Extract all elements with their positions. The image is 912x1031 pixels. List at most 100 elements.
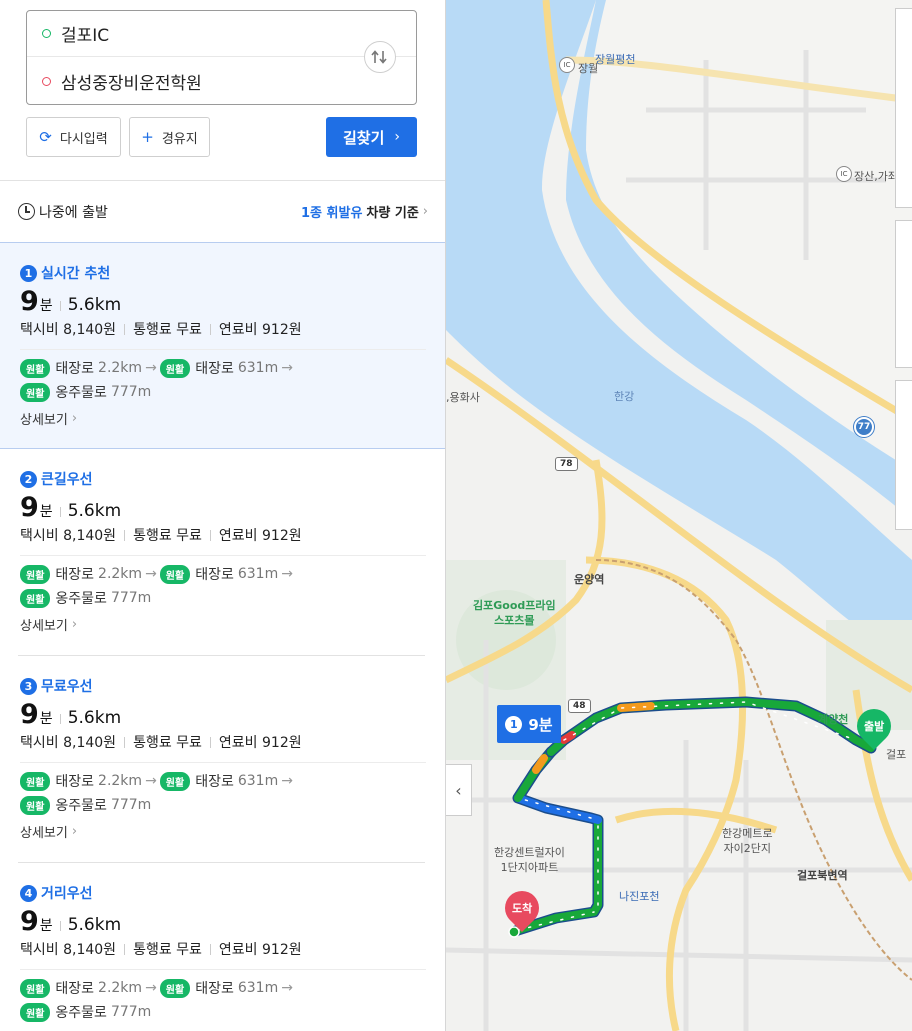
unyang-station-label: 운양역 xyxy=(574,573,605,586)
divider xyxy=(20,349,426,350)
origin-text: 걸포IC xyxy=(61,26,110,46)
route-minutes: 9 xyxy=(20,906,39,937)
road-name: 태장로 xyxy=(195,774,234,790)
fuel-cost: 연료비 912원 xyxy=(218,942,302,958)
taxi-fare: 택시비 8,140원 xyxy=(20,942,117,958)
route-costs: 택시비 8,140원 통행료 무료 연료비 912원 xyxy=(20,319,302,339)
route-minutes-unit: 분 xyxy=(39,298,53,314)
chevron-left-icon: ‹ xyxy=(455,780,462,800)
route-detail-link[interactable]: 상세보기 › xyxy=(20,615,77,634)
arrow-right-icon: → xyxy=(145,773,157,789)
gyeyangcheon-label: 계양천 xyxy=(818,713,849,726)
traffic-badge: 원활 xyxy=(20,358,51,378)
route-card[interactable]: 3 무료우선 9 분 5.6km 택시비 8,140원 통행료 무료 연료비 9… xyxy=(0,656,445,863)
map-controls-top[interactable] xyxy=(895,8,912,208)
route-time: 9 분 5.6km xyxy=(20,286,121,317)
add-waypoint-button[interactable]: + 경유지 xyxy=(129,117,210,157)
road-name: 태장로 xyxy=(195,567,234,583)
find-route-label: 길찾기 xyxy=(342,128,385,147)
traffic-badge: 원활 xyxy=(20,795,51,815)
janwol-ic-label: 장월 xyxy=(578,62,599,75)
vehicle-fuel-selector[interactable]: 1종 휘발유 차량 기준 › xyxy=(301,202,428,221)
arrow-right-icon: → xyxy=(281,566,293,582)
map-view[interactable]: 장월평천 IC 장월 IC 장산,가좌 ,용화사 한강 77 78 운양역 김포… xyxy=(446,0,912,1031)
route-time-flag[interactable]: 1 9분 xyxy=(497,705,561,743)
traffic-badge: 원활 xyxy=(20,588,51,608)
toll-fee: 통행료 무료 xyxy=(133,942,202,958)
road-name: 태장로 xyxy=(55,774,95,790)
road-name: 태장로 xyxy=(195,361,234,377)
route-detail-link[interactable]: 상세보기 › xyxy=(20,409,77,428)
refresh-icon: ⟳ xyxy=(39,127,52,146)
map-controls-bottom[interactable] xyxy=(895,380,912,530)
plus-icon: + xyxy=(141,127,154,146)
road-name: 옹주물로 xyxy=(55,385,107,401)
route-time: 9 분 5.6km xyxy=(20,492,121,523)
divider xyxy=(124,529,126,541)
collapse-panel-button[interactable]: ‹ xyxy=(446,764,472,816)
destination-field[interactable]: 삼성중장비운전학원 xyxy=(27,58,362,104)
route-title: 1 실시간 추천 xyxy=(20,263,110,283)
route-minutes-unit: 분 xyxy=(39,504,53,520)
arrow-right-icon: → xyxy=(145,566,157,582)
find-route-button[interactable]: 길찾기 › xyxy=(326,117,417,157)
end-marker-label: 도착 xyxy=(511,902,533,915)
divider xyxy=(209,323,211,335)
fuel-suffix: 차량 기준 xyxy=(366,206,419,221)
route-minutes: 9 xyxy=(20,286,39,317)
map-controls-mid[interactable] xyxy=(895,220,912,368)
route-minutes: 9 xyxy=(20,699,39,730)
road-name: 태장로 xyxy=(55,981,95,997)
reset-button[interactable]: ⟳ 다시입력 xyxy=(26,117,121,157)
divider xyxy=(20,762,426,763)
divider xyxy=(124,323,126,335)
road-name: 옹주물로 xyxy=(55,798,107,814)
route-time-text: 9분 xyxy=(528,715,553,734)
route-card[interactable]: 1 실시간 추천 9 분 5.6km 택시비 8,140원 통행료 무료 연료비… xyxy=(0,242,445,449)
origin-dot-icon xyxy=(42,29,51,38)
janwol-stream-label: 장월평천 xyxy=(595,53,636,66)
fuel-cost: 연료비 912원 xyxy=(218,528,302,544)
arrow-right-icon: → xyxy=(281,360,293,376)
route-detail-label: 상세보기 xyxy=(20,619,68,634)
route-minutes: 9 xyxy=(20,492,39,523)
route-card[interactable]: 4 거리우선 9 분 5.6km 택시비 8,140원 통행료 무료 연료비 9… xyxy=(0,863,445,1031)
divider xyxy=(209,529,211,541)
route-roads: 원활 옹주물로 777m xyxy=(20,1002,151,1022)
route-title-text: 거리우선 xyxy=(41,886,93,902)
divider xyxy=(20,969,426,970)
divider xyxy=(124,736,126,748)
road-distance: 631m xyxy=(237,773,279,789)
route-costs: 택시비 8,140원 통행료 무료 연료비 912원 xyxy=(20,525,302,545)
ic-badge-jangsan: IC xyxy=(836,166,852,182)
route-roads: 원활 옹주물로 777m xyxy=(20,795,151,815)
road-name: 옹주물로 xyxy=(55,1005,107,1021)
route-number-badge: 2 xyxy=(20,470,37,488)
route-distance: 5.6km xyxy=(67,501,122,521)
toll-fee: 통행료 무료 xyxy=(133,528,202,544)
reset-label: 다시입력 xyxy=(59,131,108,147)
toll-fee: 통행료 무료 xyxy=(133,735,202,751)
road-distance: 777m xyxy=(110,1004,152,1020)
origin-field[interactable]: 걸포IC xyxy=(27,11,416,57)
route-time: 9 분 5.6km xyxy=(20,699,121,730)
traffic-badge: 원활 xyxy=(20,382,51,402)
route-roads: 원활 태장로 2.2km → 원활 태장로 631m → xyxy=(20,771,296,791)
road-48-badge: 48 xyxy=(568,699,591,713)
route-title: 3 무료우선 xyxy=(20,676,93,696)
road-distance: 631m xyxy=(237,566,279,582)
metro-xi-label: 한강메트로 자이2단지 xyxy=(722,827,773,855)
route-card[interactable]: 2 큰길우선 9 분 5.6km 택시비 8,140원 통행료 무료 연료비 9… xyxy=(0,449,445,656)
hangang-label: 한강 xyxy=(614,390,635,403)
swap-arrows-icon xyxy=(371,50,387,64)
route-number-badge: 4 xyxy=(20,884,37,902)
traffic-badge: 원활 xyxy=(20,1002,51,1022)
centreville-apt-label: 한강센트럴자이 1단지아파트 xyxy=(494,846,565,874)
depart-later-button[interactable]: 나중에 출발 xyxy=(39,202,108,222)
route-detail-link[interactable]: 상세보기 › xyxy=(20,822,77,841)
swap-route-button[interactable] xyxy=(364,41,396,73)
route-roads: 원활 옹주물로 777m xyxy=(20,588,151,608)
chevron-right-icon: › xyxy=(71,411,78,426)
chevron-right-icon: › xyxy=(394,129,400,145)
route-minutes-unit: 분 xyxy=(39,918,53,934)
